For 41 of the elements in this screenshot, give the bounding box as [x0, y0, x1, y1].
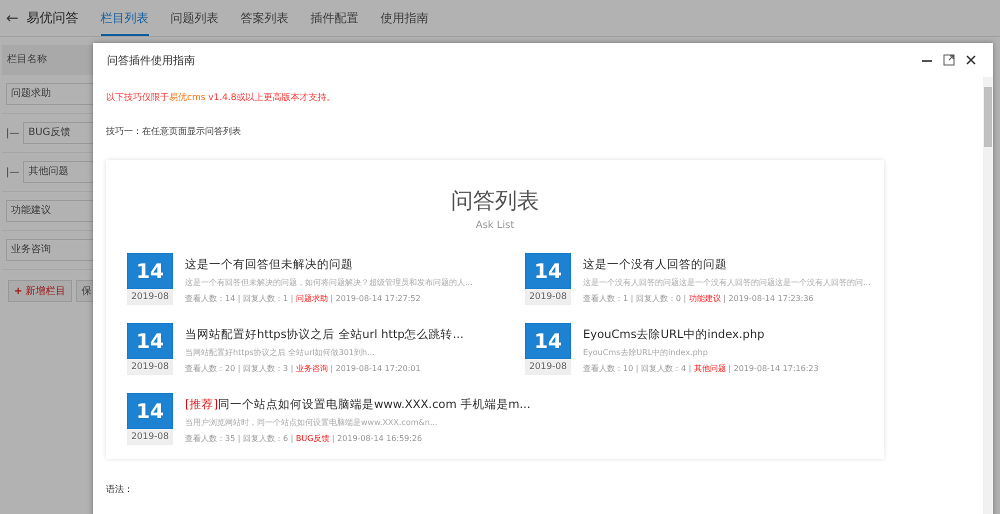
tree-line: |— — [6, 166, 20, 178]
action-button[interactable]: + 新增栏目 — [8, 280, 72, 302]
question-title[interactable]: 这是一个有回答但未解决的问题 — [185, 257, 473, 272]
question-meta: 查看人数：14 | 回复人数：1 | 问题求助 | 2019-08-14 17:27:52 — [185, 293, 422, 304]
question-summary: 当用户浏览网站时，同一个站点如何设置电脑端是www.XXX.com&n... — [185, 417, 438, 428]
nav-tab[interactable]: 插件配置 — [310, 0, 359, 36]
question-title[interactable]: 这是一个没有人回答的问题 — [583, 257, 871, 272]
list-subheading: Ask List — [476, 220, 514, 231]
question-meta: 查看人数：10 | 回复人数：4 | 其他问题 | 2019-08-14 17:16:23 — [583, 363, 819, 374]
nav-tab[interactable]: 使用指南 — [380, 0, 429, 36]
question-summary: 当网站配置好https协议之后 全站url如何做301到h... — [185, 347, 376, 358]
list-heading: 问答列表 — [451, 188, 539, 216]
date-day: 14 — [127, 253, 173, 289]
date-day: 14 — [127, 323, 173, 359]
question-meta: 查看人数：20 | 回复人数：3 | 业务咨询 | 2019-08-14 17:20:01 — [185, 363, 422, 374]
question-meta: 查看人数：35 | 回复人数：6 | BUG反馈 | 2019-08-14 16:59:26 — [185, 433, 424, 444]
date-day: 14 — [525, 253, 571, 289]
question-title[interactable]: EyouCms去除URL中的index.php — [583, 327, 819, 342]
date-month: 2019-08 — [525, 359, 571, 375]
maximize-icon[interactable] — [943, 54, 955, 66]
date-day: 14 — [127, 393, 173, 429]
back-arrow-icon[interactable]: ← — [6, 9, 19, 27]
tree-line: |— — [6, 128, 20, 138]
question-summary: 这是一个没有人回答的问题这是一个没有人回答的问题这是一个没有人回答的问... — [583, 277, 871, 288]
nav-tab[interactable]: 答案列表 — [240, 0, 289, 36]
date-day: 14 — [525, 323, 571, 359]
syntax-label: 语法： — [106, 484, 134, 496]
question-title[interactable]: [推荐]同一个站点如何设置电脑端是www.XXX.com 手机端是m... — [185, 397, 530, 412]
nav-tab[interactable]: 问题列表 — [170, 0, 219, 36]
question-summary: EyouCms去除URL中的index.php — [583, 347, 709, 358]
date-month: 2019-08 — [127, 289, 173, 305]
close-icon[interactable] — [965, 54, 977, 66]
question-summary: 这是一个有回答但未解决的问题，如何将问题解决？超级管理员和发布问题的人... — [185, 277, 473, 288]
scrollbar[interactable] — [983, 77, 993, 514]
date-month: 2019-08 — [127, 359, 173, 375]
nav-tab[interactable]: 栏目列表 — [100, 0, 149, 36]
date-month: 2019-08 — [525, 289, 571, 305]
app-title: 易优问答 — [26, 10, 79, 27]
question-meta: 查看人数：1 | 回复人数：0 | 功能建议 | 2019-08-14 17:23:36 — [583, 293, 814, 304]
date-month: 2019-08 — [127, 429, 173, 445]
question-title[interactable]: 当网站配置好https协议之后 全站url http怎么跳转... — [185, 327, 464, 342]
